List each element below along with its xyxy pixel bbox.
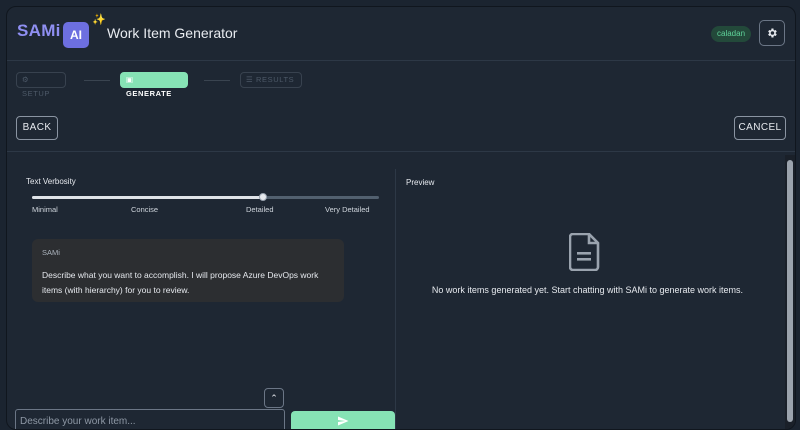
empty-state-text: No work items generated yet. Start chatt… <box>431 285 744 295</box>
page-title: Work Item Generator <box>107 25 238 41</box>
step-connector <box>204 80 230 81</box>
gear-icon <box>768 28 777 38</box>
scrollbar-thumb[interactable] <box>787 160 793 422</box>
send-icon <box>338 416 349 426</box>
step-results[interactable]: ☰ RESULTS <box>240 72 302 88</box>
preview-label: Preview <box>406 178 435 187</box>
verbosity-option-concise[interactable]: Concise <box>131 205 158 214</box>
verbosity-option-detailed[interactable]: Detailed <box>246 205 274 214</box>
verbosity-label: Text Verbosity <box>26 177 76 186</box>
step-label: GENERATE <box>126 89 172 98</box>
message-sender: SAMi <box>42 248 60 257</box>
verbosity-slider-thumb[interactable] <box>259 193 268 201</box>
list-icon: ☰ <box>246 75 254 84</box>
back-button[interactable]: BACK <box>16 116 58 140</box>
step-label: SETUP <box>22 89 51 98</box>
verbosity-slider-fill <box>32 196 264 199</box>
send-button[interactable] <box>291 411 395 429</box>
chat-input[interactable] <box>15 409 285 429</box>
step-connector <box>84 80 110 81</box>
section-divider <box>7 151 795 152</box>
cancel-button[interactable]: CANCEL <box>734 116 786 140</box>
settings-button[interactable] <box>759 20 785 46</box>
chevron-double-up-icon: ⌃ <box>270 393 278 403</box>
chat-message: SAMi Describe what you want to accomplis… <box>32 239 344 302</box>
panel-separator <box>395 169 396 429</box>
sparkle-icon: ✨ <box>92 14 106 26</box>
step-setup[interactable]: ⚙ SETUP <box>16 72 66 98</box>
document-icon <box>568 232 601 276</box>
collapse-button[interactable]: ⌃ <box>264 388 284 408</box>
brand-name: SAMi <box>17 21 61 40</box>
chat-icon: ▣ <box>126 75 134 84</box>
app-window: SAMi AI ✨ Work Item Generator caladan ⚙ … <box>6 6 796 430</box>
step-generate[interactable]: ▣ GENERATE <box>120 72 188 98</box>
verbosity-option-very-detailed[interactable]: Very Detailed <box>325 205 370 214</box>
gear-icon: ⚙ <box>22 75 30 84</box>
user-badge: caladan <box>711 26 752 42</box>
message-text: Describe what you want to accomplish. I … <box>42 270 319 295</box>
app-header: SAMi AI ✨ Work Item Generator caladan <box>7 7 795 61</box>
verbosity-option-minimal[interactable]: Minimal <box>32 205 58 214</box>
step-label: RESULTS <box>256 75 295 84</box>
ai-badge: AI <box>63 22 89 48</box>
